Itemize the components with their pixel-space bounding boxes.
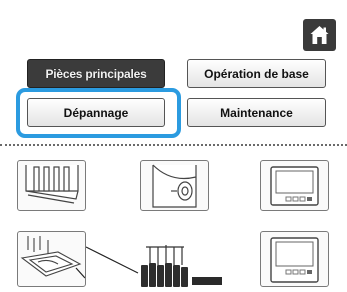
tab-label: Pièces principales	[45, 66, 147, 81]
tab-label: Opération de base	[204, 66, 309, 81]
lcd-panel-icon	[270, 166, 319, 206]
tab-operation-de-base[interactable]: Opération de base	[187, 59, 326, 88]
machine-side-knob-icon	[152, 164, 197, 208]
home-button[interactable]	[303, 19, 336, 51]
embroidery-frame-icon	[20, 236, 86, 279]
tile-lcd-panel-2[interactable]	[260, 231, 329, 287]
tab-pieces-principales[interactable]: Pièces principales	[27, 59, 165, 88]
tab-maintenance[interactable]: Maintenance	[187, 98, 326, 127]
tile-machine-head[interactable]	[17, 160, 86, 211]
selection-highlight	[16, 88, 181, 138]
tile-embroidery-frame[interactable]	[17, 231, 86, 287]
lcd-panel-icon	[270, 237, 319, 283]
tile-lcd-panel[interactable]	[260, 160, 329, 211]
needle-bar-case-icon	[25, 165, 79, 204]
divider	[0, 144, 347, 146]
thread-spool-stand-icon	[85, 245, 222, 287]
tile-machine-side[interactable]	[140, 160, 209, 211]
tab-label: Maintenance	[220, 105, 293, 120]
home-icon	[310, 26, 329, 44]
thread-stand-illustration	[85, 231, 260, 287]
